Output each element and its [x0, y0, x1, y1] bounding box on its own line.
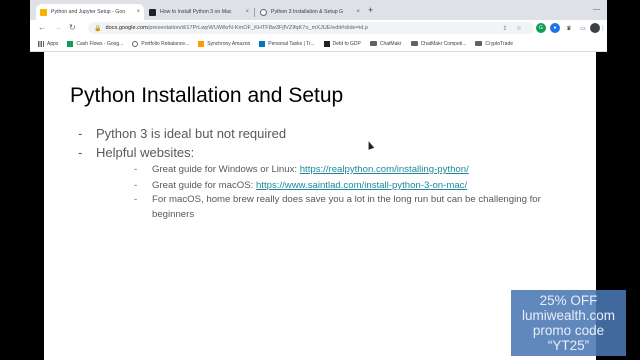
close-tab-icon[interactable]: × [245, 9, 249, 15]
browser-toolbar: ← → ↻ 🔒 docs.google.com/presentation/d/1… [30, 20, 607, 36]
sub-bullet-macos: - Great guide for macOS: https://www.sai… [134, 180, 468, 191]
trello-icon [259, 40, 266, 47]
saintlad-link[interactable]: https://www.saintlad.com/install-python-… [256, 180, 467, 191]
share-icon[interactable]: ⇪ [500, 23, 510, 33]
site-favicon-icon [149, 8, 156, 16]
new-tab-button[interactable]: + [368, 5, 373, 15]
menu-dots-icon[interactable]: ⋮ [600, 23, 606, 33]
promo-website: lumiwealth.com [521, 308, 616, 323]
tab-install-python-mac[interactable]: How to Install Python 3 on Mac × [145, 4, 253, 20]
bookmark-personal-tasks[interactable]: Personal Tasks | Tr... [259, 40, 315, 47]
realpython-link[interactable]: https://realpython.com/installing-python… [300, 164, 469, 175]
bookmark-portfolio-rebalance[interactable]: Portfolio Rebalance... [132, 40, 189, 47]
tab-python-jupyter-setup[interactable]: Python and Jupyter Setup - Goo × [36, 4, 144, 20]
lock-icon: 🔒 [94, 25, 102, 32]
extension-g-icon[interactable]: G [536, 23, 546, 33]
folder-icon [475, 41, 483, 46]
folder-icon [410, 41, 418, 46]
sub-bullet-homebrew: - For macOS, home brew really does save … [134, 194, 541, 220]
bullet-helpful-websites: - Helpful websites: [78, 145, 195, 160]
cast-icon[interactable]: ▭ [578, 23, 588, 33]
bookmark-star-icon[interactable]: ☆ [514, 23, 524, 33]
bookmarks-bar: Apps Cash Flows - Goog... Portfolio Reba… [30, 36, 607, 52]
bookmark-apps[interactable]: Apps [38, 40, 58, 47]
address-bar[interactable]: 🔒 docs.google.com/presentation/d/17PrLwp… [88, 22, 534, 34]
chart-icon [323, 40, 330, 47]
minimize-icon[interactable]: — [593, 5, 600, 15]
sheet-icon [67, 40, 74, 47]
amazon-icon [198, 40, 205, 47]
close-tab-icon[interactable]: × [136, 9, 140, 15]
bookmark-synchrony-amazon[interactable]: Synchrony Amazon [198, 40, 250, 47]
folder-icon [369, 41, 377, 46]
bookmark-chatmakr-competitors[interactable]: ChatMakr Competi... [410, 41, 466, 47]
bullet-python3: - Python 3 is ideal but not required [78, 126, 287, 141]
tab-python-installation-setup[interactable]: Python 3 Installation & Setup G × [256, 4, 364, 20]
forward-arrow-icon[interactable]: → [54, 23, 62, 33]
extension-crown-icon[interactable]: ♛ [564, 23, 574, 33]
tab-divider [254, 8, 255, 17]
tab-strip: Python and Jupyter Setup - Goo × How to … [30, 0, 607, 20]
slides-favicon-icon [40, 8, 47, 16]
back-arrow-icon[interactable]: ← [38, 23, 46, 33]
promo-code: “YT25” [547, 338, 590, 353]
profile-avatar[interactable] [590, 23, 600, 33]
url-path: /presentation/d/17PrLwpWUiWkrN-KmOF_KHTF… [147, 25, 369, 31]
bullet-dash: - [134, 194, 138, 205]
apps-grid-icon [38, 40, 44, 47]
bookmark-cryptotrade[interactable]: CryptoTrade [475, 41, 513, 47]
github-favicon-icon [260, 8, 267, 16]
slide-title: Python Installation and Setup [70, 84, 344, 107]
bullet-dash: - [78, 145, 83, 160]
extension-blue-icon[interactable]: ● [550, 23, 560, 33]
bullet-dash: - [78, 126, 83, 141]
bookmark-cash-flows[interactable]: Cash Flows - Goog... [67, 40, 123, 47]
bookmark-debt-to-gdp[interactable]: Debt to GDP [323, 40, 361, 47]
gear-icon [132, 40, 139, 47]
reload-icon[interactable]: ↻ [69, 23, 76, 33]
bookmark-chatmakr[interactable]: ChatMakr [369, 41, 402, 47]
close-tab-icon[interactable]: × [356, 9, 360, 15]
promo-overlay: 25% OFF lumiwealth.com promo code “YT25” [511, 290, 626, 356]
promo-discount: 25% OFF [539, 293, 598, 308]
sub-bullet-windows-linux: - Great guide for Windows or Linux: http… [134, 164, 469, 175]
promo-code-label: promo code [532, 323, 605, 338]
browser-window: Python and Jupyter Setup - Goo × How to … [30, 0, 607, 52]
bullet-dash: - [134, 180, 138, 191]
url-host: docs.google.com [105, 25, 148, 31]
bullet-dash: - [134, 164, 138, 175]
